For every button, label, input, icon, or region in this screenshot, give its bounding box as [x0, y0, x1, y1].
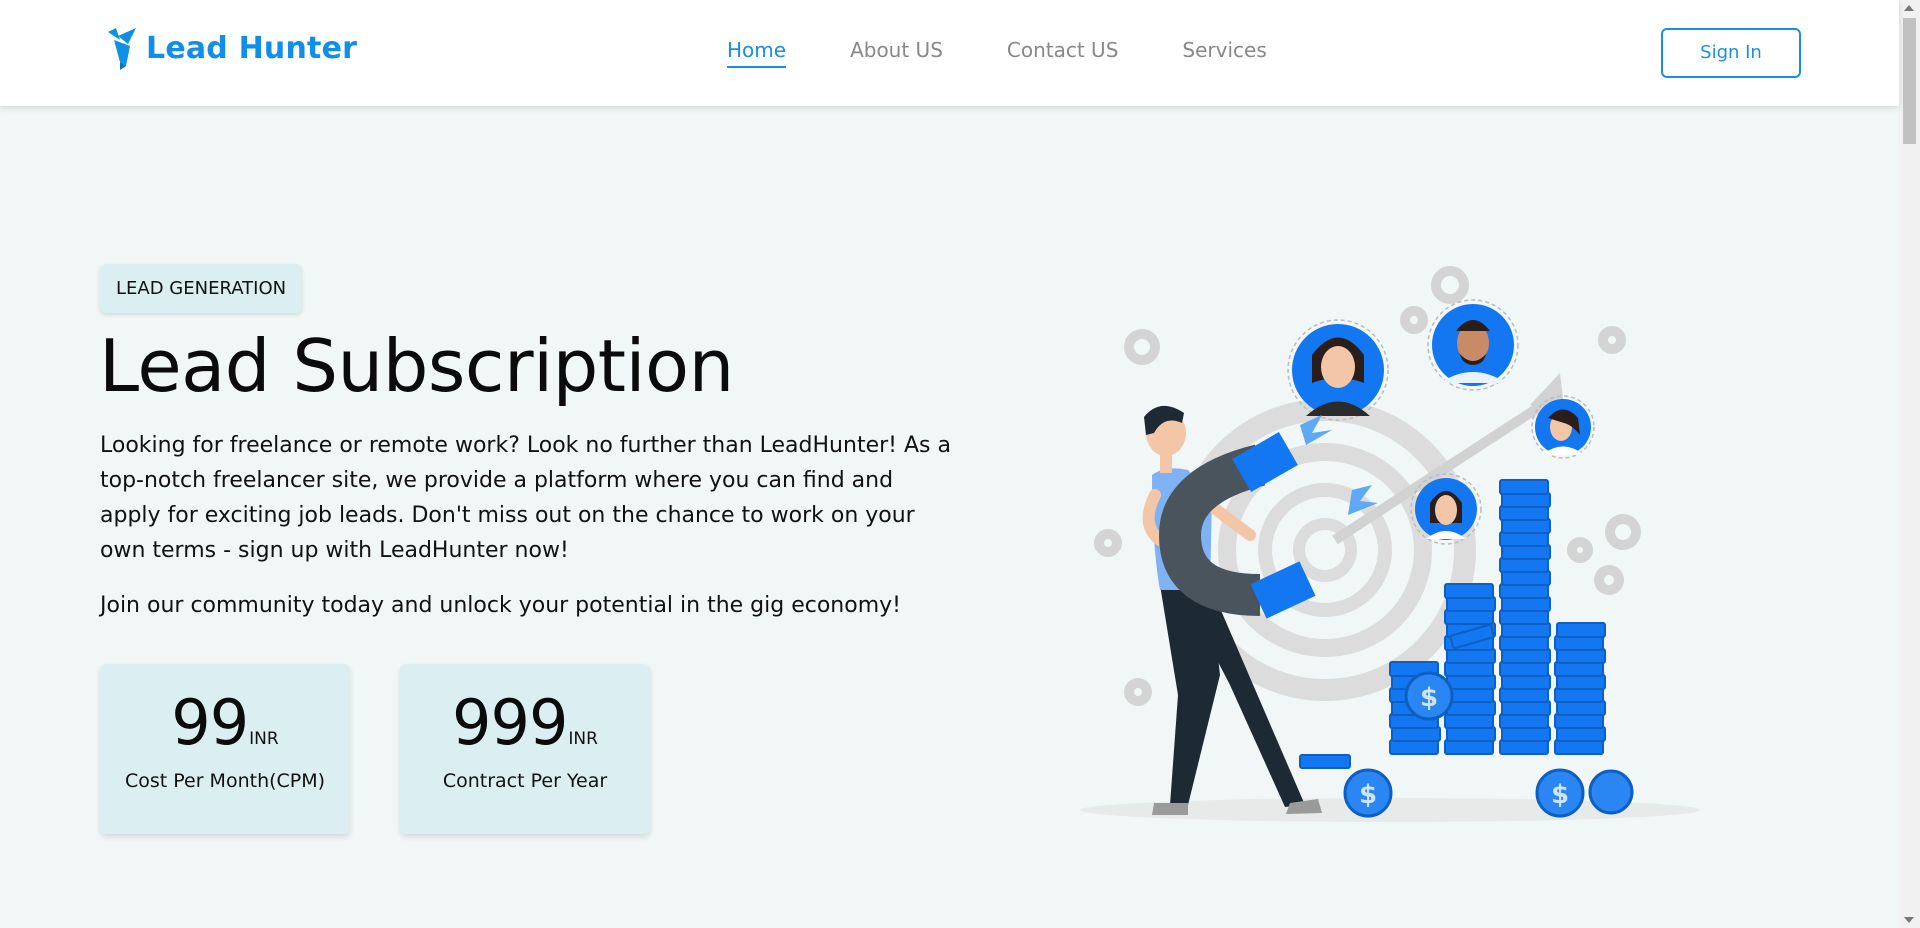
price-label: Cost Per Month(CPM) — [124, 770, 326, 792]
nav-services[interactable]: Services — [1182, 38, 1266, 68]
bird-logo-icon — [108, 28, 136, 70]
price-value: 999 — [452, 686, 568, 759]
page: Lead Hunter Home About US Contact US Ser… — [0, 0, 1920, 928]
price-amount: 999INR — [400, 688, 650, 758]
hero-description: Looking for freelance or remote work? Lo… — [100, 433, 951, 563]
coin-icon: $ — [1535, 768, 1585, 818]
scroll-down-icon[interactable] — [1904, 917, 1914, 923]
nav-contact[interactable]: Contact US — [1007, 38, 1119, 68]
brand-name: Lead Hunter — [146, 30, 358, 66]
scroll-up-icon[interactable] — [1904, 5, 1914, 11]
price-currency: INR — [249, 729, 279, 749]
price-amount: 99INR — [100, 688, 350, 758]
coin-icon — [1588, 769, 1634, 815]
coin-icon: $ — [1343, 768, 1393, 818]
nav-about[interactable]: About US — [850, 38, 943, 68]
price-card-yearly: 999INR Contract Per Year — [400, 664, 650, 834]
coin-icon: $ — [1404, 671, 1454, 721]
price-card-monthly: 99INR Cost Per Month(CPM) — [100, 664, 350, 834]
navbar: Lead Hunter Home About US Contact US Ser… — [0, 0, 1899, 106]
lead-magnet-illustration: $ $ $ — [1080, 266, 1700, 822]
hero-title: Lead Subscription — [99, 324, 734, 408]
sign-in-button[interactable]: Sign In — [1661, 28, 1801, 78]
page-scrollbar[interactable] — [1899, 0, 1920, 928]
avatar-icon — [1531, 395, 1595, 459]
svg-text:$: $ — [1551, 780, 1569, 810]
svg-text:$: $ — [1420, 683, 1438, 713]
price-label: Contract Per Year — [442, 770, 608, 792]
main-nav: Home About US Contact US Services — [727, 38, 1331, 68]
category-badge: LEAD GENERATION — [100, 264, 303, 313]
price-currency: INR — [568, 729, 598, 749]
scroll-thumb[interactable] — [1903, 18, 1916, 144]
nav-home[interactable]: Home — [727, 38, 787, 68]
price-value: 99 — [171, 686, 249, 759]
svg-text:$: $ — [1359, 780, 1377, 810]
hero-join-text: Join our community today and unlock your… — [100, 593, 901, 618]
logo[interactable]: Lead Hunter — [106, 26, 357, 70]
avatar-icon — [1427, 299, 1519, 391]
